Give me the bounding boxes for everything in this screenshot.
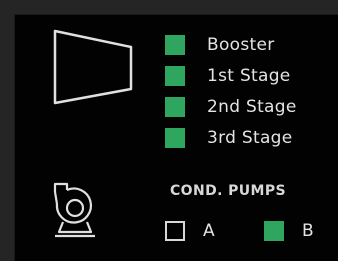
booster-label: Booster — [207, 34, 275, 55]
stage-3rd: 3rd Stage — [165, 122, 297, 153]
stage-3-label: 3rd Stage — [207, 127, 293, 148]
pump-a-label: A — [203, 221, 215, 241]
stage-1-label: 1st Stage — [207, 65, 291, 86]
pump-a: A — [165, 221, 215, 241]
stage-2-label: 2nd Stage — [207, 96, 297, 117]
stage-1-indicator — [165, 65, 185, 86]
stage-2-indicator — [165, 96, 185, 117]
stage-3-indicator — [165, 127, 185, 148]
stage-list: Booster 1st Stage 2nd Stage 3rd Stage — [165, 29, 297, 153]
status-panel: Booster 1st Stage 2nd Stage 3rd Stage CO… — [14, 14, 338, 261]
pump-a-indicator — [165, 221, 185, 241]
pump-icon — [53, 182, 95, 238]
booster-indicator — [165, 34, 185, 55]
stage-booster: Booster — [165, 29, 297, 60]
pump-b-label: B — [302, 221, 314, 241]
stage-1st: 1st Stage — [165, 60, 297, 91]
compressor-icon — [53, 29, 133, 105]
cond-pumps-title: COND. PUMPS — [170, 183, 287, 199]
pump-b: B — [264, 221, 314, 241]
pump-b-indicator — [264, 221, 284, 241]
stage-2nd: 2nd Stage — [165, 91, 297, 122]
